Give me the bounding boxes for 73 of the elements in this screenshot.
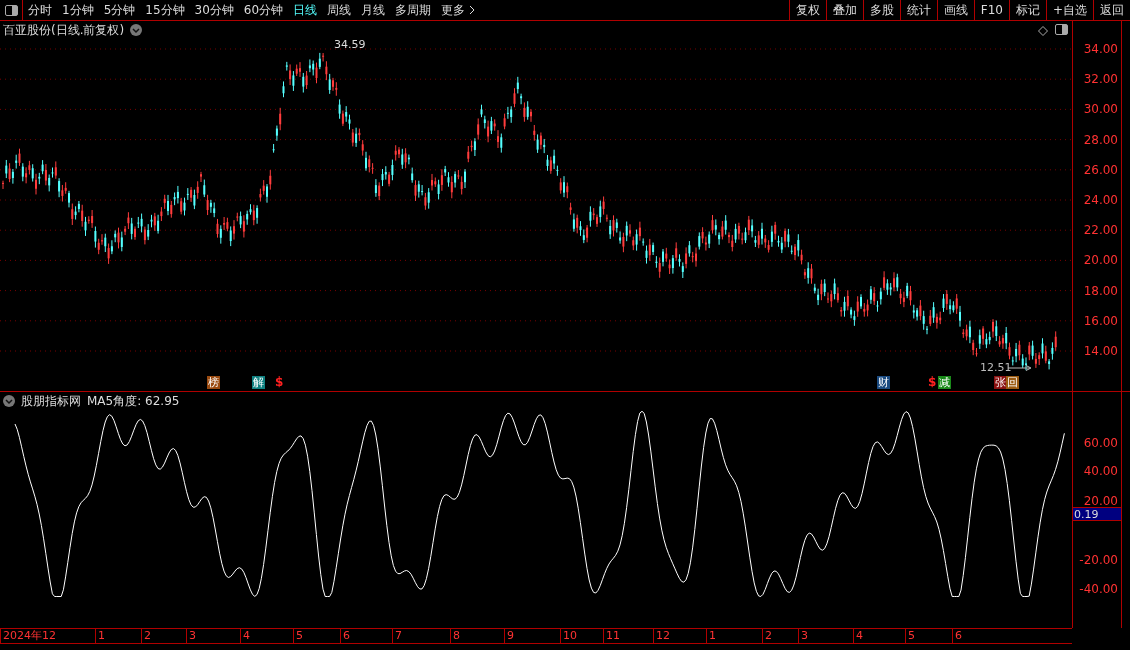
- price-tick-label: 20.00: [1083, 253, 1118, 268]
- toolbar-button[interactable]: 画线: [936, 0, 974, 20]
- toolbar-button[interactable]: +自选: [1045, 0, 1093, 20]
- low-price-label: 12.51: [980, 361, 1012, 374]
- period-tab[interactable]: 日线: [288, 0, 323, 20]
- dropdown-icon[interactable]: [130, 24, 143, 36]
- date-label: 4: [240, 629, 293, 643]
- date-label: 1: [706, 629, 762, 643]
- price-tick-label: 34.00: [1083, 42, 1118, 56]
- date-label: 12: [653, 629, 706, 643]
- event-badge[interactable]: 榜: [207, 376, 220, 389]
- date-label: 2: [141, 629, 186, 643]
- toolbar-button[interactable]: 叠加: [825, 0, 863, 20]
- period-tab[interactable]: 15分钟: [140, 0, 190, 20]
- date-label: 1: [95, 629, 141, 643]
- date-label: 7: [392, 629, 450, 643]
- period-tab[interactable]: 分时: [23, 0, 57, 20]
- price-tick-label: 16.00: [1083, 313, 1118, 328]
- event-badge[interactable]: 解: [252, 376, 265, 389]
- indicator-title: 股朋指标网: [21, 392, 81, 410]
- date-label: 2: [762, 629, 798, 643]
- date-label: 8: [450, 629, 504, 643]
- cursor-value-label: 0.19: [1073, 507, 1121, 521]
- period-tab[interactable]: 月线: [356, 0, 391, 20]
- period-tab[interactable]: 1分钟: [57, 0, 99, 20]
- event-badge[interactable]: 财: [877, 376, 890, 389]
- toolbar-button[interactable]: 统计: [899, 0, 937, 20]
- toolbar-button[interactable]: 复权: [788, 0, 826, 20]
- indicator-tick-label: -40.00: [1079, 582, 1118, 596]
- date-label: 3: [186, 629, 240, 643]
- toolbar-button[interactable]: F10: [973, 0, 1009, 20]
- toolbar-button[interactable]: 标记: [1008, 0, 1046, 20]
- toolbar-button[interactable]: 返回: [1093, 0, 1130, 20]
- date-label: 5: [293, 629, 340, 643]
- indicator-tick-label: 60.00: [1083, 436, 1118, 450]
- price-tick-label: 26.00: [1083, 162, 1118, 177]
- period-tab[interactable]: 更多: [436, 0, 481, 20]
- date-label: 6: [952, 629, 1000, 643]
- chevron-icon: [469, 5, 476, 15]
- period-tab[interactable]: 30分钟: [189, 0, 239, 20]
- price-tick-label: 30.00: [1083, 102, 1118, 117]
- high-price-label: 34.59: [334, 38, 366, 51]
- dividend-marker[interactable]: $: [275, 376, 284, 389]
- indicator-tick-label: 40.00: [1083, 464, 1118, 478]
- diamond-icon[interactable]: [1038, 26, 1048, 36]
- dropdown-icon[interactable]: [3, 395, 15, 407]
- event-badge[interactable]: 回: [1006, 376, 1019, 389]
- indicator-tick-label: -20.00: [1079, 553, 1118, 567]
- period-tab[interactable]: 60分钟: [238, 0, 289, 20]
- event-badge[interactable]: 减: [938, 376, 951, 389]
- date-label: 6: [340, 629, 392, 643]
- date-label: 9: [504, 629, 560, 643]
- period-tab[interactable]: 5分钟: [98, 0, 141, 20]
- date-label: 2024年12: [0, 629, 95, 643]
- price-tick-label: 14.00: [1083, 344, 1118, 358]
- indicator-reading: MA5角度: 62.95: [87, 392, 180, 410]
- date-label: 4: [853, 629, 905, 643]
- price-tick-label: 18.00: [1083, 283, 1118, 298]
- price-tick-label: 28.00: [1083, 132, 1118, 147]
- panel-toggle-icon[interactable]: [1055, 24, 1068, 35]
- date-label: 5: [905, 629, 952, 643]
- toolbar-button[interactable]: 多股: [862, 0, 900, 20]
- chart-title: 百亚股份(日线.前复权): [3, 21, 125, 39]
- date-label: 11: [603, 629, 653, 643]
- price-tick-label: 22.00: [1083, 223, 1118, 238]
- price-tick-label: 24.00: [1083, 193, 1118, 207]
- indicator-tick-label: 20.00: [1083, 494, 1118, 508]
- period-tab[interactable]: 周线: [322, 0, 357, 20]
- price-tick-label: 32.00: [1083, 72, 1118, 87]
- date-label: 10: [560, 629, 603, 643]
- date-label: 3: [798, 629, 853, 643]
- period-tab[interactable]: 多周期: [390, 0, 437, 20]
- dividend-marker[interactable]: $: [928, 376, 937, 389]
